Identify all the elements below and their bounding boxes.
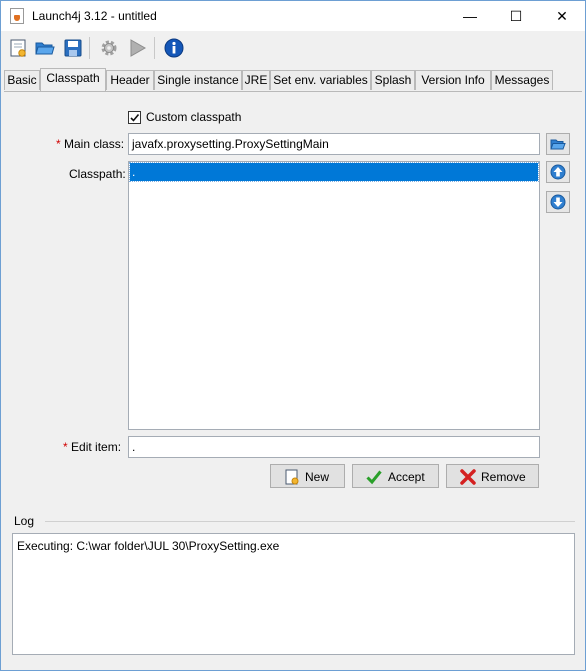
toolbar [1, 32, 585, 66]
tab-set-env-variables[interactable]: Set env. variables [270, 70, 371, 90]
new-file-icon [10, 39, 26, 57]
log-text-area[interactable]: Executing: C:\war folder\JUL 30\ProxySet… [12, 533, 575, 655]
arrow-down-icon [550, 194, 566, 210]
open-config-button[interactable] [32, 35, 58, 61]
toolbar-separator [89, 37, 90, 59]
new-config-button[interactable] [5, 35, 31, 61]
maximize-button[interactable]: ☐ [493, 1, 539, 31]
required-marker: * [56, 137, 61, 151]
main-class-label: Main class: [64, 137, 125, 151]
tab-version-info[interactable]: Version Info [415, 70, 491, 90]
arrow-up-icon [550, 164, 566, 180]
log-divider [45, 521, 575, 522]
classpath-label: Classpath: [69, 167, 126, 181]
checkmark-icon [366, 470, 382, 485]
window-title: Launch4j 3.12 - untitled [32, 9, 157, 23]
launch4j-window: Launch4j 3.12 - untitled — ☐ ✕ Basic Cla… [0, 0, 586, 671]
tab-splash[interactable]: Splash [371, 70, 415, 90]
new-button[interactable]: New [270, 464, 345, 488]
tab-single-instance[interactable]: Single instance [154, 70, 242, 90]
required-marker: * [63, 440, 68, 454]
tab-messages[interactable]: Messages [491, 70, 553, 90]
tab-jre[interactable]: JRE [242, 70, 270, 90]
about-button[interactable] [161, 35, 187, 61]
log-text: Executing: C:\war folder\JUL 30\ProxySet… [17, 539, 280, 553]
main-class-field[interactable]: javafx.proxysetting.ProxySettingMain [128, 133, 540, 155]
edit-item-label-group: * Edit item: [63, 440, 121, 454]
gear-icon [101, 40, 117, 56]
info-icon [164, 38, 184, 58]
edit-item-field[interactable]: . [128, 436, 540, 458]
custom-classpath-checkbox[interactable] [128, 111, 141, 124]
new-file-icon [285, 469, 299, 485]
remove-x-icon [460, 469, 476, 485]
tab-basic[interactable]: Basic [4, 70, 40, 90]
remove-button-label: Remove [481, 470, 526, 484]
tab-strip: Basic Classpath Header Single instance J… [4, 68, 584, 91]
close-button[interactable]: ✕ [539, 1, 585, 31]
edit-item-label: Edit item: [71, 440, 122, 454]
minimize-button[interactable]: — [447, 1, 493, 31]
save-icon [64, 39, 82, 57]
java-app-icon [10, 8, 24, 24]
save-config-button[interactable] [60, 35, 86, 61]
move-up-button[interactable] [546, 161, 570, 183]
browse-main-class-button[interactable] [546, 133, 570, 155]
custom-classpath-label[interactable]: Custom classpath [146, 110, 241, 124]
title-bar[interactable]: Launch4j 3.12 - untitled — ☐ ✕ [1, 1, 585, 31]
main-class-label-group: * Main class: [56, 137, 124, 151]
accept-button[interactable]: Accept [352, 464, 439, 488]
classpath-list[interactable]: . [128, 161, 540, 430]
new-button-label: New [305, 470, 330, 484]
tab-header[interactable]: Header [106, 70, 154, 90]
play-icon [130, 39, 147, 57]
remove-button[interactable]: Remove [446, 464, 539, 488]
tab-classpath[interactable]: Classpath [40, 68, 106, 91]
folder-open-icon [35, 42, 55, 55]
checkmark-icon [130, 113, 140, 122]
build-wrapper-button[interactable] [96, 35, 122, 61]
toolbar-separator [154, 37, 155, 59]
log-title: Log [14, 514, 35, 528]
move-down-button[interactable] [546, 191, 570, 213]
classpath-list-item[interactable]: . [129, 162, 539, 182]
accept-button-label: Accept [388, 470, 425, 484]
folder-open-icon [550, 139, 566, 150]
test-wrapper-button[interactable] [124, 35, 150, 61]
